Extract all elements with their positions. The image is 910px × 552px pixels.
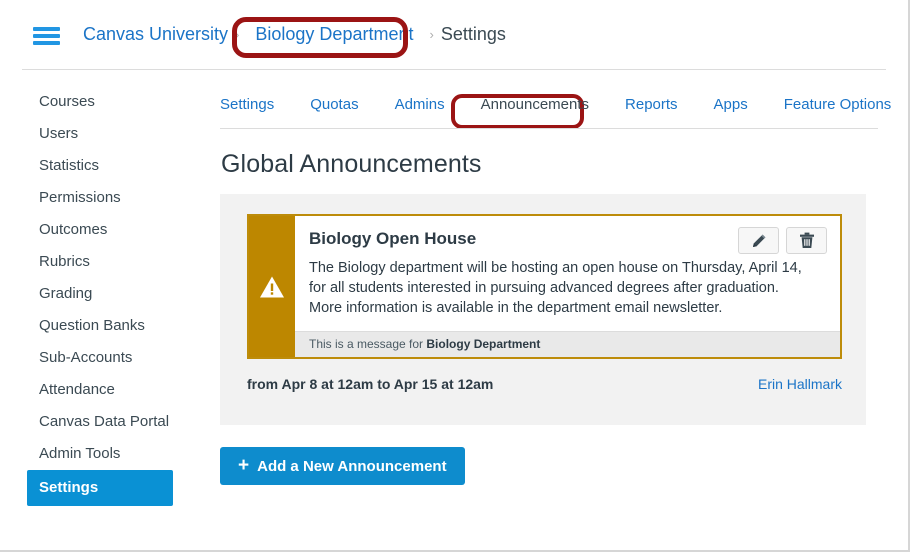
breadcrumb-item-current: Settings [440, 24, 506, 44]
announcements-panel: Biology Open House The Biology departmen… [220, 194, 866, 425]
edit-announcement-button[interactable] [738, 227, 779, 254]
plus-icon: + [238, 454, 250, 476]
announcement-main: Biology Open House The Biology departmen… [295, 216, 840, 331]
tab-apps[interactable]: Apps [714, 96, 748, 113]
breadcrumb: Canvas University › Biology Department ›… [83, 24, 506, 45]
hamburger-bar [33, 34, 60, 38]
announcement-card: Biology Open House The Biology departmen… [247, 214, 842, 359]
hamburger-menu-icon[interactable] [33, 27, 60, 45]
tab-reports[interactable]: Reports [625, 96, 678, 113]
announcement-footer-prefix: This is a message for [309, 337, 427, 351]
main-content: Global Announcements [220, 140, 878, 179]
hamburger-bar [33, 41, 60, 45]
announcement-author-link[interactable]: Erin Hallmark [758, 376, 842, 392]
announcement-dates: from Apr 8 at 12am to Apr 15 at 12am [247, 376, 494, 392]
sidebar-item-canvas-data-portal[interactable]: Canvas Data Portal [27, 406, 173, 438]
trash-icon [799, 232, 814, 248]
delete-announcement-button[interactable] [786, 227, 827, 254]
sidebar-item-rubrics[interactable]: Rubrics [27, 246, 173, 278]
sidebar-item-question-banks[interactable]: Question Banks [27, 310, 173, 342]
tab-bar: Settings Quotas Admins Announcements Rep… [220, 96, 910, 113]
sidebar-item-grading[interactable]: Grading [27, 278, 173, 310]
tab-bar-divider [220, 128, 878, 129]
announcement-actions [738, 227, 827, 254]
announcement-meta: from Apr 8 at 12am to Apr 15 at 12am Eri… [247, 376, 842, 392]
sidebar-item-admin-tools[interactable]: Admin Tools [27, 438, 173, 470]
add-announcement-button[interactable]: + Add a New Announcement [220, 447, 465, 485]
pencil-icon [752, 234, 765, 247]
breadcrumb-item-department-wrap: Biology Department [246, 24, 422, 45]
announcement-text: The Biology department will be hosting a… [309, 260, 802, 316]
page-root: Canvas University › Biology Department ›… [0, 0, 910, 552]
breadcrumb-separator-icon: › [235, 27, 240, 42]
page-title: Global Announcements [221, 150, 482, 178]
tab-announcements[interactable]: Announcements [481, 96, 589, 113]
tab-feature-options[interactable]: Feature Options [784, 96, 892, 113]
tab-admins[interactable]: Admins [395, 96, 445, 113]
add-announcement-label: Add a New Announcement [257, 457, 447, 475]
sidebar-nav: Courses Users Statistics Permissions Out… [0, 86, 200, 506]
hamburger-bar [33, 27, 60, 31]
sidebar-item-outcomes[interactable]: Outcomes [27, 214, 173, 246]
tab-settings[interactable]: Settings [220, 96, 274, 113]
breadcrumb-separator-icon: › [429, 27, 434, 42]
breadcrumb-item-department[interactable]: Biology Department [255, 24, 413, 44]
announcement-body: Biology Open House The Biology departmen… [295, 216, 840, 357]
announcement-footer: This is a message for Biology Department [295, 331, 840, 357]
sidebar-item-sub-accounts[interactable]: Sub-Accounts [27, 342, 173, 374]
sidebar-item-attendance[interactable]: Attendance [27, 374, 173, 406]
announcement-footer-target: Biology Department [426, 337, 541, 351]
announcement-severity-strip [249, 216, 295, 357]
sidebar-item-courses[interactable]: Courses [27, 86, 173, 118]
tab-quotas[interactable]: Quotas [310, 96, 358, 113]
page-header: Canvas University › Biology Department ›… [0, 0, 908, 70]
sidebar-item-permissions[interactable]: Permissions [27, 182, 173, 214]
breadcrumb-item-root[interactable]: Canvas University [83, 24, 228, 45]
header-divider [22, 69, 886, 70]
warning-triangle-icon [260, 276, 284, 297]
sidebar-item-statistics[interactable]: Statistics [27, 150, 173, 182]
sidebar-item-users[interactable]: Users [27, 118, 173, 150]
sidebar-item-settings[interactable]: Settings [27, 470, 173, 506]
